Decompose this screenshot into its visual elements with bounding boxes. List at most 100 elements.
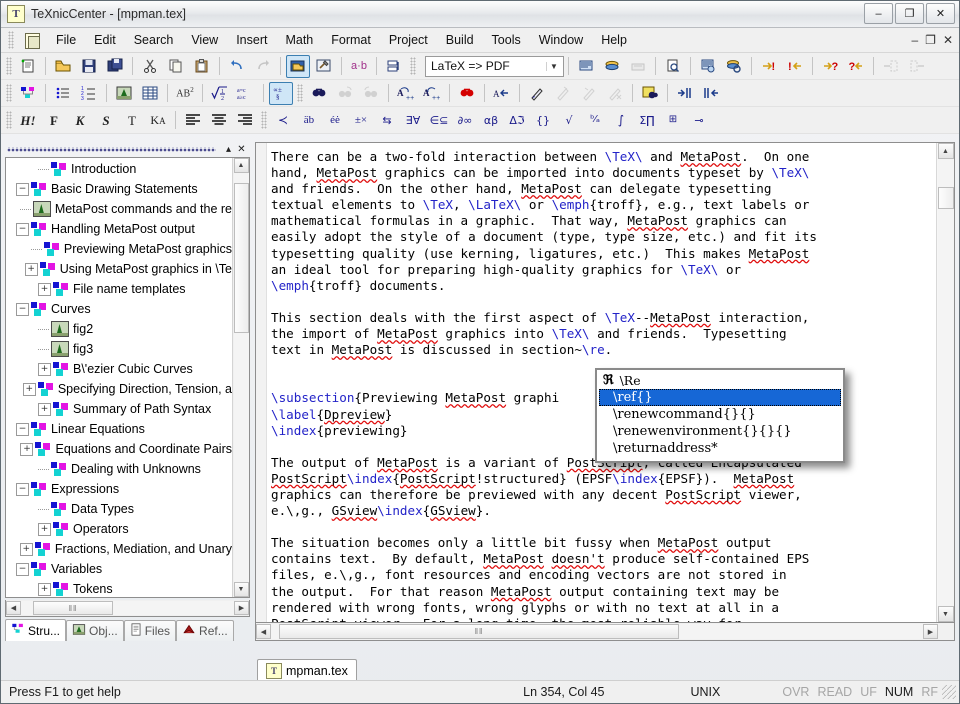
expand-node-icon[interactable]: + xyxy=(38,363,51,376)
menu-math[interactable]: Math xyxy=(276,30,322,50)
tree-node[interactable]: −Basic Drawing Statements xyxy=(6,179,232,199)
open-file-icon[interactable] xyxy=(51,55,75,78)
project-build-icon[interactable] xyxy=(312,55,336,78)
math-set-icon[interactable]: ∈⊆ xyxy=(427,109,451,132)
toolbar-grip[interactable] xyxy=(6,111,12,129)
editor-scroll-right-button[interactable]: ▶ xyxy=(923,624,938,639)
tree-node[interactable]: fig2 xyxy=(6,319,232,339)
dock-drag-handle[interactable] xyxy=(7,147,216,152)
menu-grip[interactable] xyxy=(8,31,14,49)
menu-insert[interactable]: Insert xyxy=(227,30,276,50)
mdi-restore-button[interactable]: ❐ xyxy=(925,33,936,47)
menu-search[interactable]: Search xyxy=(125,30,183,50)
tree-horizontal-scrollbar[interactable]: ◀ ‖‖ ▶ xyxy=(5,600,250,617)
menu-tools[interactable]: Tools xyxy=(483,30,530,50)
find-icon[interactable] xyxy=(307,82,331,105)
build-search-icon[interactable] xyxy=(722,55,746,78)
toolbar-grip[interactable] xyxy=(410,57,416,75)
align-center-icon[interactable] xyxy=(207,109,231,132)
insert-table-icon[interactable] xyxy=(138,82,162,105)
goto-prev-block-icon[interactable] xyxy=(905,55,929,78)
tree-scroll-right-button[interactable]: ▶ xyxy=(234,601,249,615)
editor-vertical-scrollbar[interactable]: ▲ ▼ xyxy=(936,143,954,622)
view-output-icon[interactable] xyxy=(661,55,685,78)
replace-previous-icon[interactable]: A++ xyxy=(420,82,444,105)
find-next-icon[interactable] xyxy=(333,82,357,105)
superscript-icon[interactable]: AB2 xyxy=(173,82,197,105)
editor-hscroll-track[interactable]: ‖‖ xyxy=(271,624,923,639)
menu-format[interactable]: Format xyxy=(322,30,380,50)
editor-scroll-track[interactable] xyxy=(938,159,954,606)
tree-node[interactable]: −Expressions xyxy=(6,479,232,499)
math-integral-icon[interactable]: ∫ xyxy=(609,109,633,132)
structure-tree[interactable]: Introduction−Basic Drawing StatementsMet… xyxy=(6,158,232,597)
collapse-node-icon[interactable]: − xyxy=(16,563,29,576)
math-quantifier-icon[interactable]: ∃∀ xyxy=(401,109,425,132)
tree-node[interactable]: MetaPost commands and the re xyxy=(6,199,232,219)
next-bookmark-icon[interactable] xyxy=(551,82,575,105)
autocomplete-item-renewenvironment[interactable]: \renewenvironment{}{}{} xyxy=(599,423,841,440)
build-stop-icon[interactable] xyxy=(626,55,650,78)
editor-scroll-left-button[interactable]: ◀ xyxy=(256,624,271,639)
bookmark-toggle-icon[interactable] xyxy=(525,82,549,105)
heading-icon[interactable]: H! xyxy=(16,109,40,132)
tree-scroll-track[interactable] xyxy=(234,173,249,582)
editor-scroll-up-button[interactable]: ▲ xyxy=(938,143,954,159)
next-warning-icon[interactable]: ? xyxy=(818,55,842,78)
tree-scroll-down-button[interactable]: ▼ xyxy=(234,582,249,597)
structure-tree-icon[interactable] xyxy=(16,82,40,105)
math-sum-icon[interactable]: Σ∏ xyxy=(635,109,659,132)
tree-scroll-left-button[interactable]: ◀ xyxy=(6,601,21,615)
math-misc-icon[interactable]: ⊸ xyxy=(687,109,711,132)
tree-node[interactable]: +Operators xyxy=(6,519,232,539)
tree-node[interactable]: +Summary of Path Syntax xyxy=(6,399,232,419)
tree-node[interactable]: +File name templates xyxy=(6,279,232,299)
find-previous-icon[interactable] xyxy=(359,82,383,105)
numbered-list-icon[interactable]: 123 xyxy=(77,82,101,105)
math-brace-icon[interactable]: {} xyxy=(531,109,555,132)
autocomplete-popup[interactable]: ℜ \Re \ref{} \renewcommand{}{} \renewenv… xyxy=(595,368,845,463)
toolbar-grip[interactable] xyxy=(261,111,267,129)
expand-node-icon[interactable]: + xyxy=(38,523,51,536)
tree-hscroll-thumb[interactable]: ‖‖ xyxy=(33,601,113,615)
save-all-icon[interactable] xyxy=(103,55,127,78)
editor-hscroll-thumb[interactable]: ‖‖ xyxy=(279,624,679,639)
autocomplete-item-renewcommand[interactable]: \renewcommand{}{} xyxy=(599,406,841,423)
tree-node[interactable]: Introduction xyxy=(6,159,232,179)
math-partial-icon[interactable]: ∂∞ xyxy=(453,109,477,132)
tree-node[interactable]: −Handling MetaPost output xyxy=(6,219,232,239)
tree-node[interactable]: +Fractions, Mediation, and Unary xyxy=(6,539,232,559)
tree-node[interactable]: −Curves xyxy=(6,299,232,319)
mdi-close-button[interactable]: ✕ xyxy=(943,33,953,47)
goto-next-block-icon[interactable] xyxy=(879,55,903,78)
editor-scroll-down-button[interactable]: ▼ xyxy=(938,606,954,622)
math-accent-icon[interactable]: äb xyxy=(297,109,321,132)
autocomplete-item-returnaddress[interactable]: \returnaddress* xyxy=(599,440,841,457)
expand-node-icon[interactable]: + xyxy=(38,403,51,416)
typewriter-icon[interactable]: T xyxy=(120,109,144,132)
search-document-icon[interactable] xyxy=(638,82,662,105)
menu-window[interactable]: Window xyxy=(530,30,592,50)
math-array-icon[interactable]: a=ca≥c xyxy=(234,82,258,105)
math-delta-icon[interactable]: Δℑ xyxy=(505,109,529,132)
tab-objects[interactable]: Obj... xyxy=(66,620,124,641)
italic-icon[interactable]: K xyxy=(68,109,92,132)
toolbar-grip[interactable] xyxy=(6,84,12,102)
tree-scroll-thumb[interactable] xyxy=(234,183,249,333)
autocomplete-item-ref[interactable]: \ref{} xyxy=(599,389,841,406)
window-arrange-icon[interactable] xyxy=(382,55,406,78)
next-error-icon[interactable]: ! xyxy=(757,55,781,78)
math-diacritic-icon[interactable]: éė xyxy=(323,109,347,132)
build-current-icon[interactable] xyxy=(600,55,624,78)
bullet-list-icon[interactable] xyxy=(51,82,75,105)
tree-hscroll-track[interactable]: ‖‖ xyxy=(21,601,234,615)
collapse-node-icon[interactable]: − xyxy=(16,303,29,316)
redo-icon[interactable] xyxy=(251,55,275,78)
insert-figure-icon[interactable] xyxy=(112,82,136,105)
tree-node[interactable]: Data Types xyxy=(6,499,232,519)
insert-symbol-icon[interactable]: a·b xyxy=(347,55,371,78)
undo-icon[interactable] xyxy=(225,55,249,78)
build-output-icon[interactable] xyxy=(574,55,598,78)
previous-bookmark-icon[interactable] xyxy=(577,82,601,105)
document-tab-mpman[interactable]: T mpman.tex xyxy=(257,659,357,681)
